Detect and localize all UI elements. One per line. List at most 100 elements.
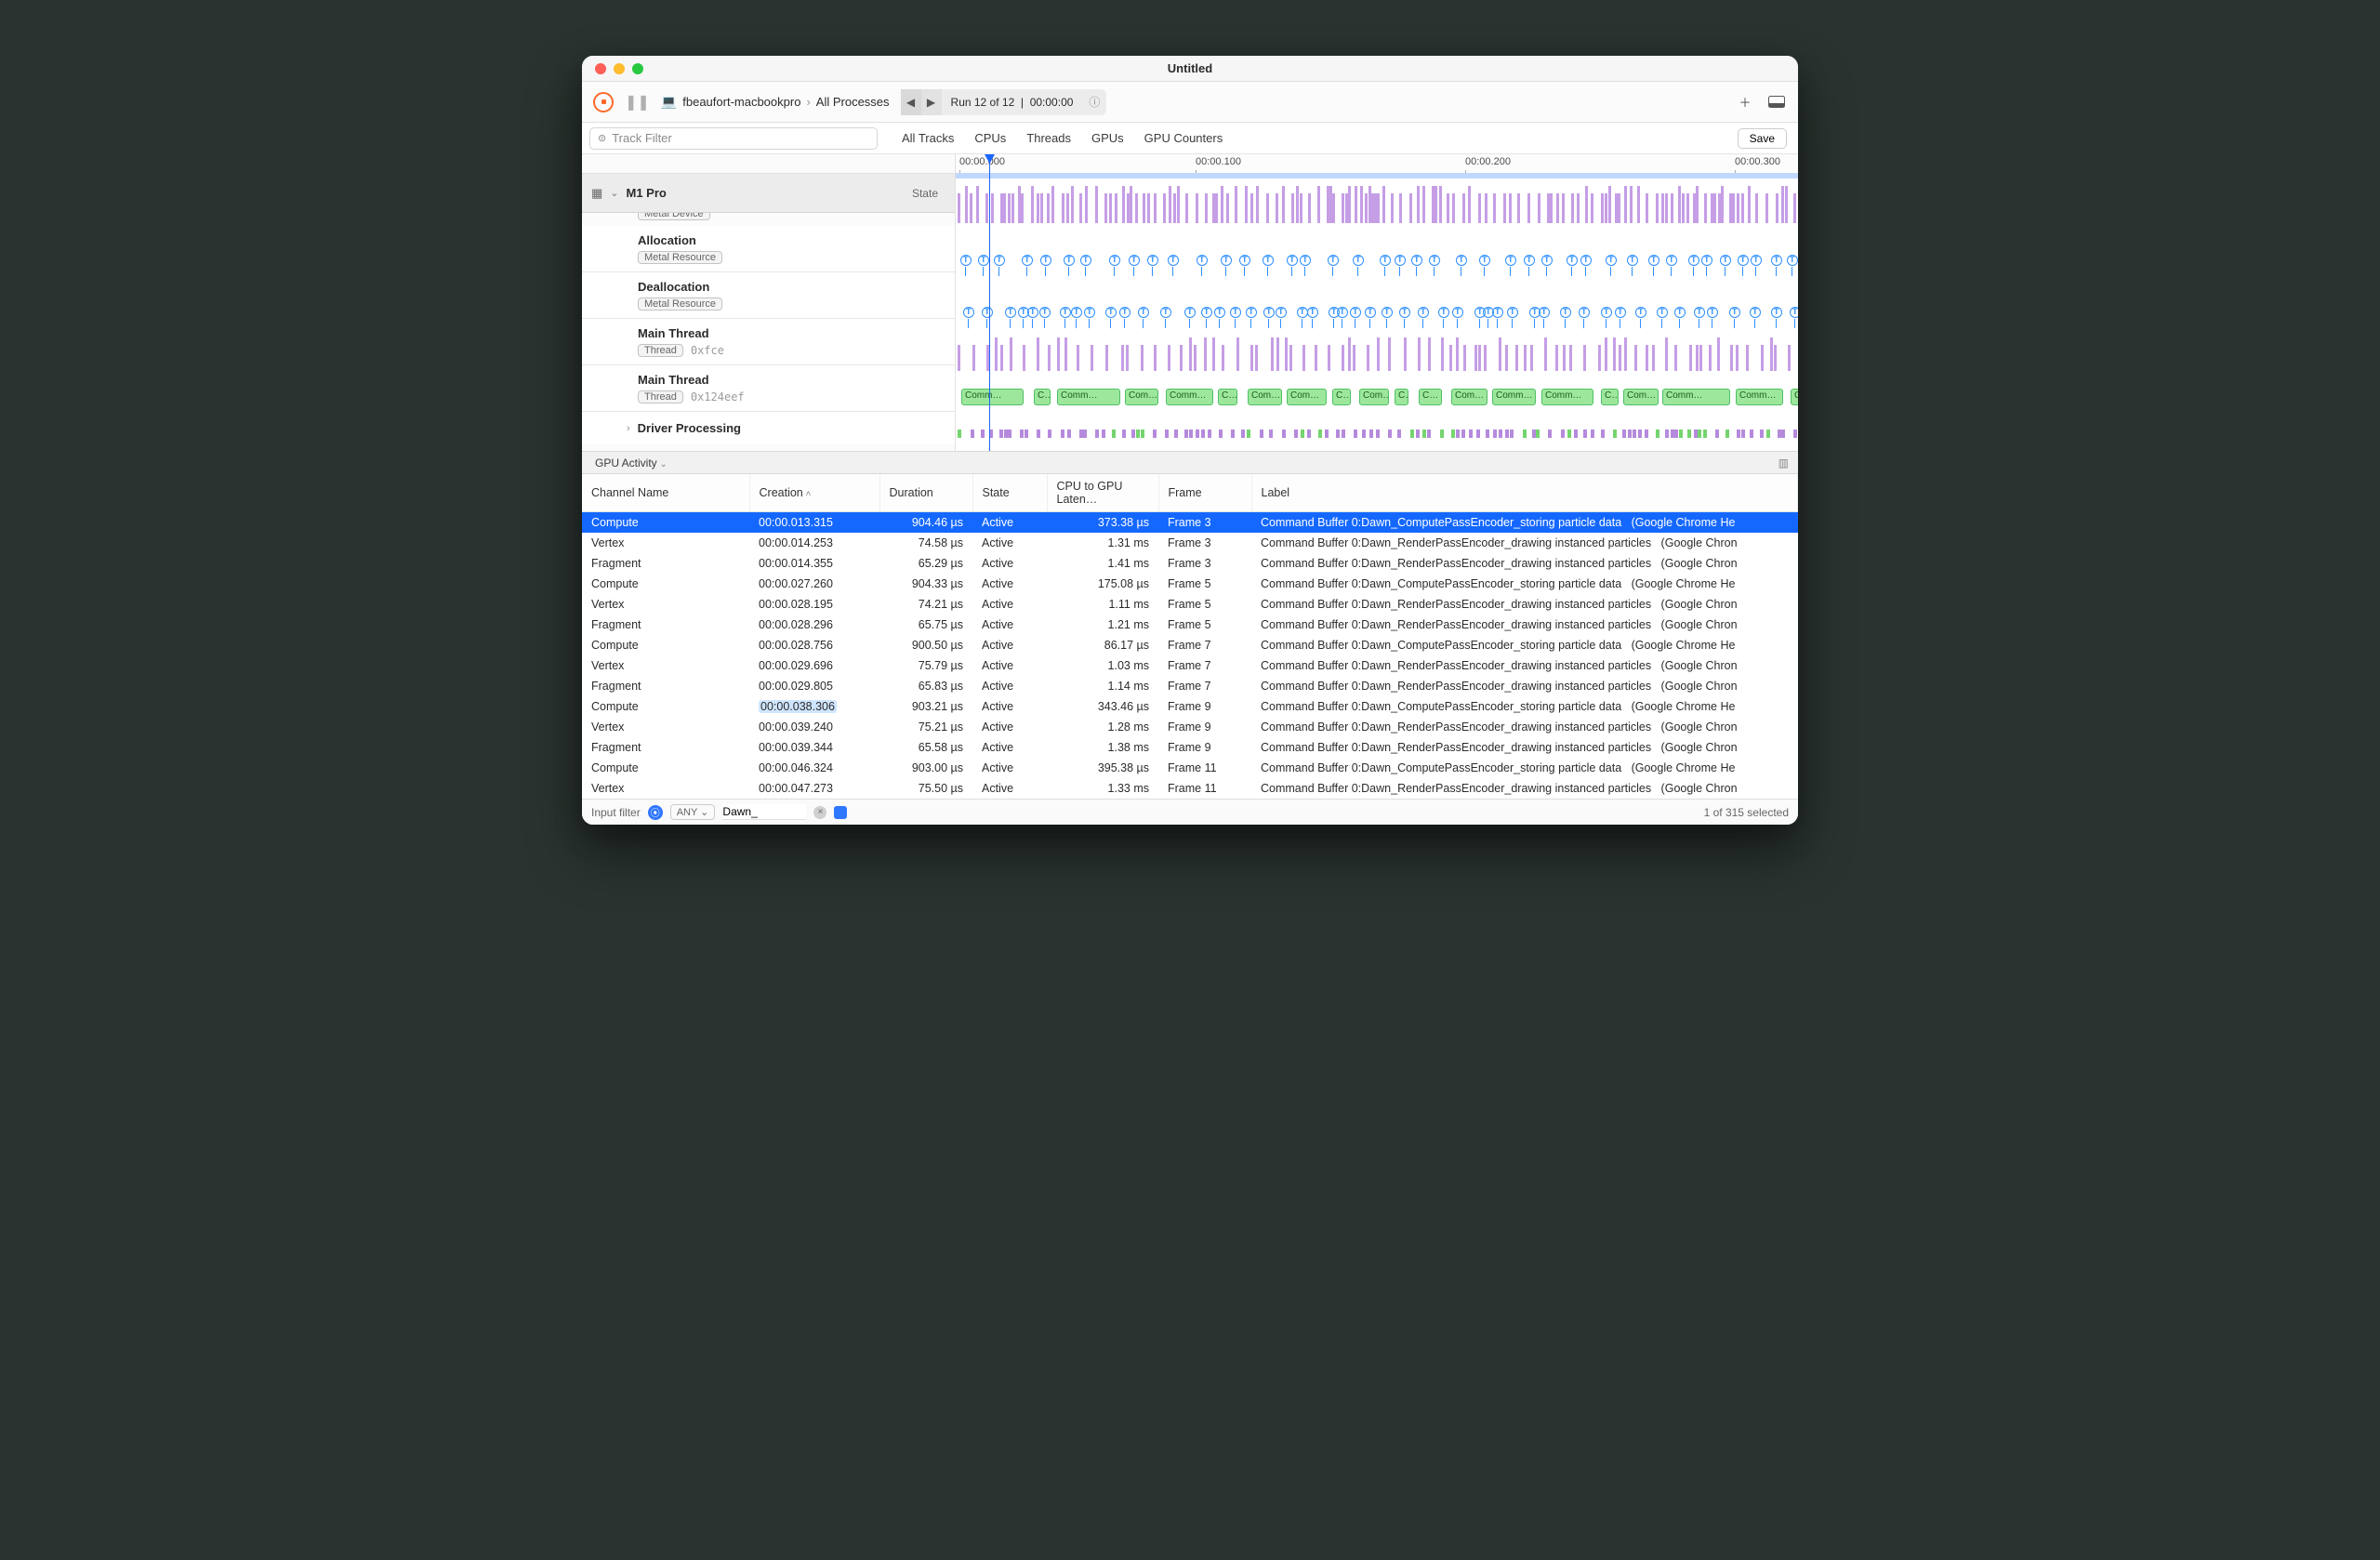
command-block[interactable]: Comm… xyxy=(1057,389,1120,405)
playhead[interactable] xyxy=(989,154,990,451)
table-row[interactable]: Vertex00:00.047.27375.50 µsActive1.33 ms… xyxy=(582,778,1798,799)
detail-selector-bar: GPU Activity ▥ xyxy=(582,452,1798,474)
col-channel[interactable]: Channel Name xyxy=(582,474,749,512)
alloc-marker-icon xyxy=(1505,255,1516,266)
filter-bar: ⊜ Track Filter All Tracks CPUs Threads G… xyxy=(582,123,1798,154)
alloc-marker-icon xyxy=(1738,255,1749,266)
ruler-tick: 00:00.300 xyxy=(1735,156,1780,167)
clear-filter-icon[interactable]: × xyxy=(813,806,826,819)
info-icon[interactable]: ⓘ xyxy=(1082,89,1106,115)
run-selector[interactable]: ◀ ▶ Run 12 of 12 | 00:00:00 ⓘ xyxy=(901,89,1107,115)
driver-processing-row[interactable]: › Driver Processing xyxy=(582,412,955,444)
detail-selector[interactable]: GPU Activity xyxy=(591,455,671,471)
add-button[interactable]: ＋ xyxy=(1735,92,1755,112)
table-row[interactable]: Fragment00:00.029.80565.83 µsActive1.14 … xyxy=(582,676,1798,696)
table-row[interactable]: Compute00:00.028.756900.50 µsActive86.17… xyxy=(582,635,1798,655)
table-row[interactable]: Compute00:00.046.324903.00 µsActive395.3… xyxy=(582,758,1798,778)
channel-row[interactable]: Main Thread Thread 0xfce xyxy=(582,319,955,365)
command-block[interactable]: C… xyxy=(1034,389,1051,405)
command-block[interactable]: Comm… xyxy=(1492,389,1536,405)
table-row[interactable]: Fragment00:00.039.34465.58 µsActive1.38 … xyxy=(582,737,1798,758)
record-button[interactable] xyxy=(593,92,614,112)
input-filter-label: Input filter xyxy=(591,806,641,819)
command-block[interactable]: Com… xyxy=(1359,389,1389,405)
breadcrumb[interactable]: 💻 fbeaufort-macbookpro › All Processes xyxy=(661,94,890,110)
tab-all-tracks[interactable]: All Tracks xyxy=(902,131,954,145)
channel-badge: Thread xyxy=(638,344,683,357)
table-row[interactable]: Compute00:00.027.260904.33 µsActive175.0… xyxy=(582,574,1798,594)
time-ruler[interactable]: 00:00.000 00:00.100 00:00.200 00:00.300 xyxy=(956,154,1798,174)
alloc-marker-icon xyxy=(978,255,989,266)
filter-text-input[interactable] xyxy=(722,804,806,820)
col-duration[interactable]: Duration xyxy=(879,474,972,512)
command-block[interactable]: Com… xyxy=(1248,389,1282,405)
dealloc-marker-icon xyxy=(1601,307,1612,318)
ruler-tick: 00:00.100 xyxy=(1196,156,1241,167)
command-block[interactable]: Com… xyxy=(1451,389,1488,405)
alloc-marker-icon xyxy=(1567,255,1578,266)
channel-row[interactable]: Allocation Metal Resource xyxy=(582,226,955,272)
alloc-marker-icon xyxy=(1197,255,1208,266)
save-button[interactable]: Save xyxy=(1738,128,1787,149)
table-row[interactable]: Vertex00:00.039.24075.21 µsActive1.28 ms… xyxy=(582,717,1798,737)
table-row[interactable]: Vertex00:00.029.69675.79 µsActive1.03 ms… xyxy=(582,655,1798,676)
dealloc-marker-icon xyxy=(1382,307,1393,318)
alloc-marker-icon xyxy=(1353,255,1364,266)
command-block[interactable]: Comm… xyxy=(1662,389,1730,405)
table-row[interactable]: Fragment00:00.014.35565.29 µsActive1.41 … xyxy=(582,553,1798,574)
command-block[interactable]: C… xyxy=(1419,389,1442,405)
command-block[interactable]: Comm… xyxy=(1791,389,1798,405)
tab-gpus[interactable]: GPUs xyxy=(1091,131,1124,145)
command-block[interactable]: Com… xyxy=(1287,389,1327,405)
alloc-marker-icon xyxy=(1648,255,1659,266)
alloc-marker-icon xyxy=(960,255,972,266)
channel-row[interactable]: Main Thread Thread 0x124eef xyxy=(582,365,955,412)
device-row[interactable]: ▦ ⌄ M1 Pro State xyxy=(582,174,955,213)
dealloc-marker-icon xyxy=(963,307,974,318)
filter-toggle-icon[interactable] xyxy=(834,806,847,819)
detail-config-icon[interactable]: ▥ xyxy=(1778,456,1789,469)
command-block[interactable]: Comm… xyxy=(1541,389,1593,405)
command-block[interactable]: C… xyxy=(1601,389,1619,405)
tab-cpus[interactable]: CPUs xyxy=(974,131,1006,145)
tab-threads[interactable]: Threads xyxy=(1026,131,1071,145)
next-run-button[interactable]: ▶ xyxy=(921,89,942,115)
table-row[interactable]: Fragment00:00.028.29665.75 µsActive1.21 … xyxy=(582,615,1798,635)
command-block[interactable]: Com… xyxy=(1125,389,1158,405)
panel-toggle-button[interactable] xyxy=(1766,92,1787,112)
dealloc-marker-icon xyxy=(1005,307,1016,318)
timeline-canvas[interactable]: 00:00.000 00:00.100 00:00.200 00:00.300 … xyxy=(956,154,1798,451)
filter-mode-any[interactable]: ANY ⌄ xyxy=(670,804,716,820)
table-row[interactable]: Vertex00:00.028.19574.21 µsActive1.11 ms… xyxy=(582,594,1798,615)
tab-gpu-counters[interactable]: GPU Counters xyxy=(1144,131,1223,145)
filter-token-icon[interactable]: ⦿ xyxy=(648,805,663,820)
alloc-marker-icon xyxy=(1380,255,1391,266)
col-label[interactable]: Label xyxy=(1251,474,1798,512)
col-state[interactable]: State xyxy=(972,474,1047,512)
command-block[interactable]: Comm… xyxy=(1166,389,1213,405)
command-block[interactable]: Comm… xyxy=(1736,389,1783,405)
col-frame[interactable]: Frame xyxy=(1158,474,1251,512)
pause-button[interactable]: ❚❚ xyxy=(625,93,650,112)
alloc-marker-icon xyxy=(1064,255,1075,266)
col-creation[interactable]: Creation xyxy=(749,474,879,512)
chevron-down-icon[interactable]: ⌄ xyxy=(610,187,618,199)
dealloc-marker-icon xyxy=(1350,307,1361,318)
table-row[interactable]: Vertex00:00.014.25374.58 µsActive1.31 ms… xyxy=(582,533,1798,553)
track-filter-input[interactable]: ⊜ Track Filter xyxy=(589,127,878,150)
command-block[interactable]: Com… xyxy=(1623,389,1659,405)
alloc-marker-icon xyxy=(1701,255,1712,266)
table-row[interactable]: Compute00:00.038.306903.21 µsActive343.4… xyxy=(582,696,1798,717)
command-block[interactable]: Comm… xyxy=(961,389,1024,405)
ruler-tick: 00:00.200 xyxy=(1465,156,1511,167)
dealloc-marker-icon xyxy=(1492,307,1503,318)
command-block[interactable]: C… xyxy=(1332,389,1351,405)
command-block[interactable]: C… xyxy=(1395,389,1408,405)
command-block[interactable]: C… xyxy=(1218,389,1237,405)
table-row[interactable]: Compute00:00.013.315904.46 µsActive373.3… xyxy=(582,512,1798,534)
selection-status: 1 of 315 selected xyxy=(1704,806,1789,819)
col-latency[interactable]: CPU to GPU Laten… xyxy=(1047,474,1158,512)
dealloc-marker-icon xyxy=(1160,307,1171,318)
channel-row[interactable]: Deallocation Metal Resource xyxy=(582,272,955,319)
prev-run-button[interactable]: ◀ xyxy=(901,89,921,115)
